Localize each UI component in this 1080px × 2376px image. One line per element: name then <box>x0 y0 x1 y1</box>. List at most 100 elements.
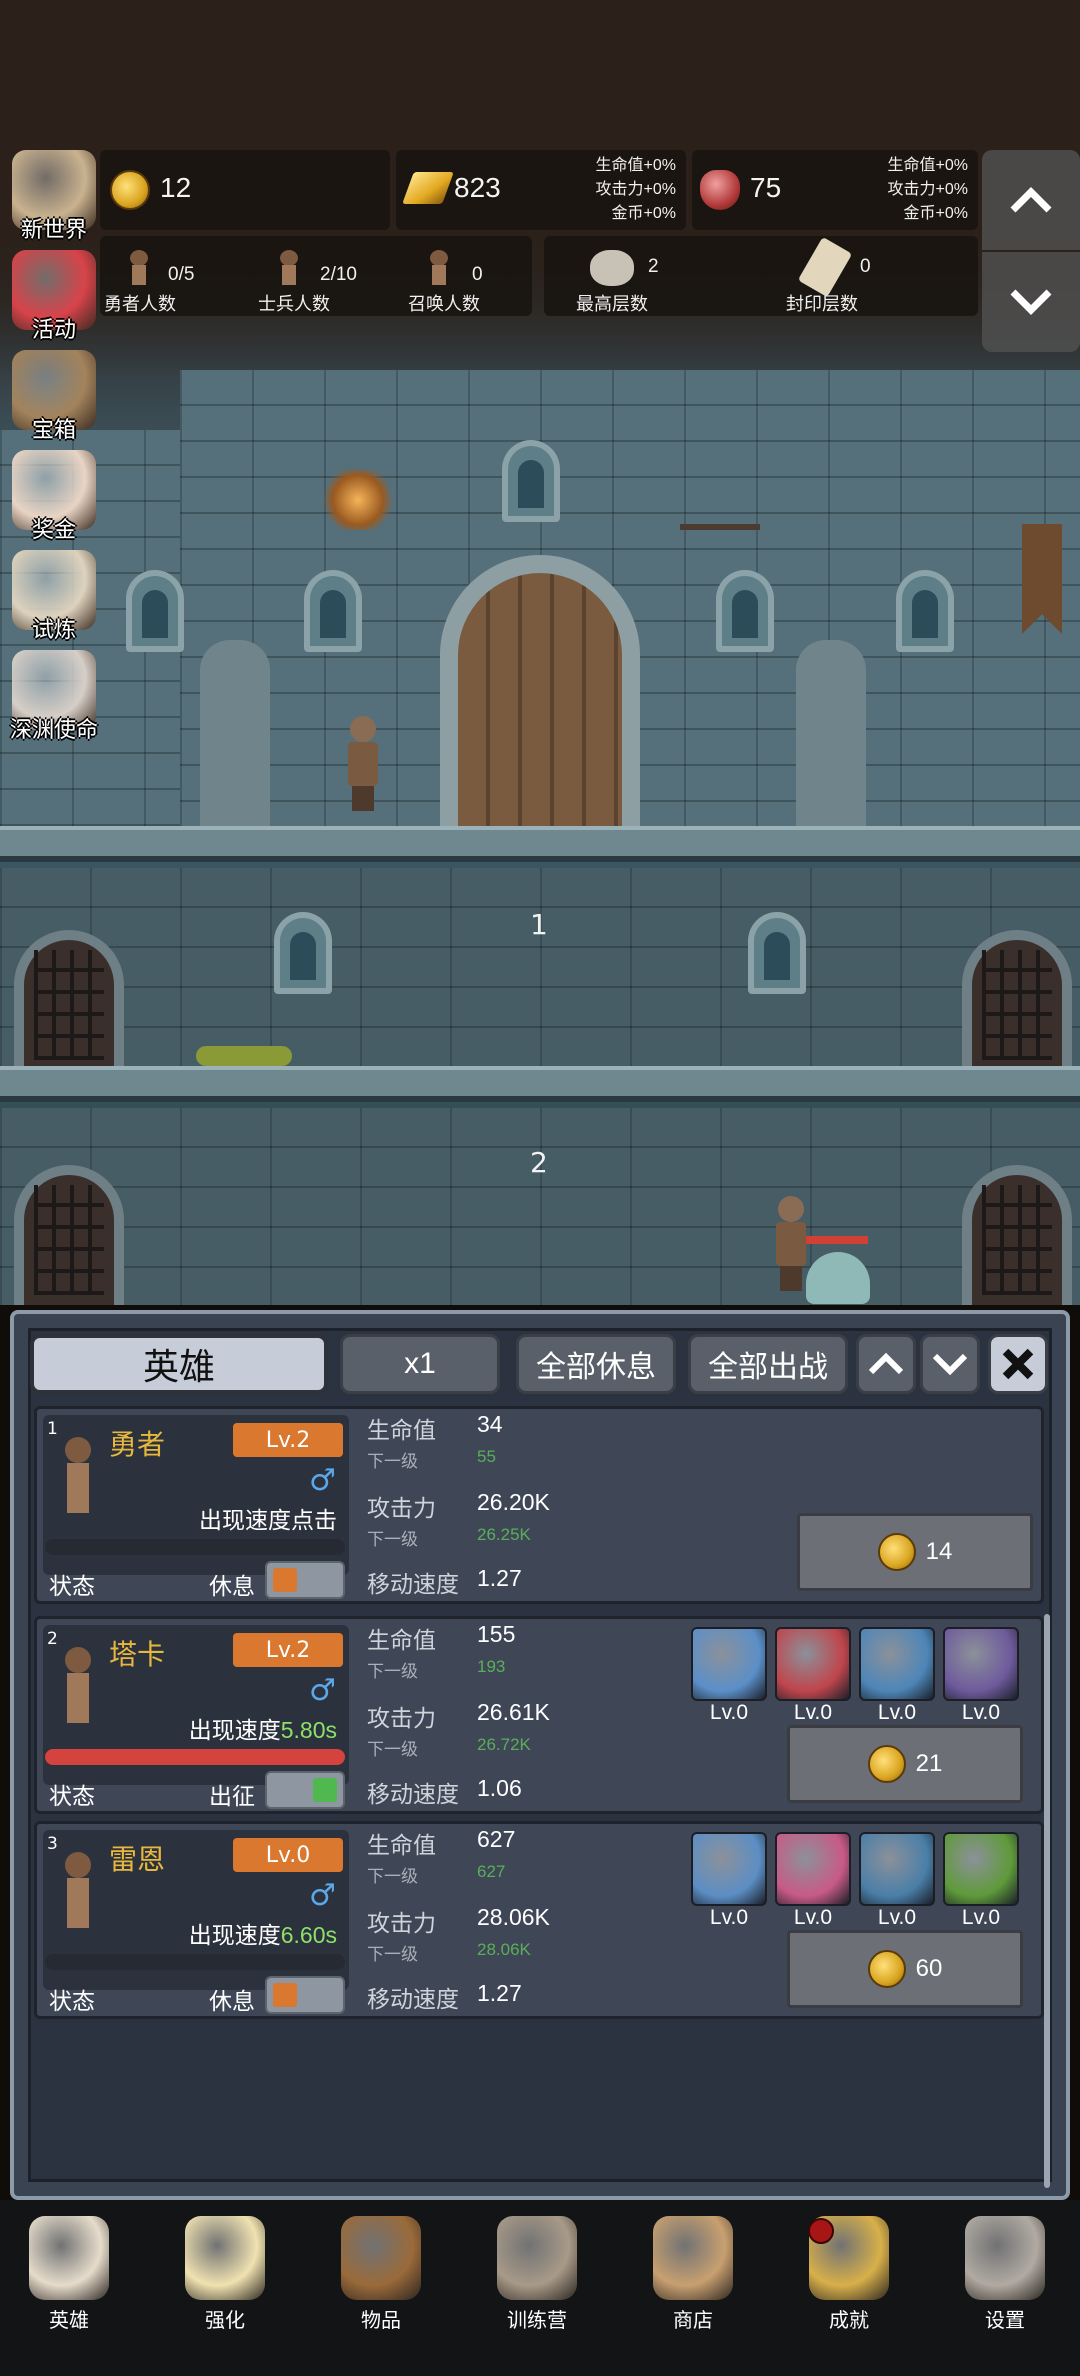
appear-speed: 出现速度点击 <box>199 1501 337 1535</box>
equipment-slot[interactable]: Lv.0 <box>691 1627 767 1724</box>
hp-next-label: 下一级 <box>367 1662 418 1681</box>
max-floor-label: 最高层数 <box>576 294 648 314</box>
hp-label: 生命值 <box>367 1832 436 1858</box>
slime-puddle <box>196 1046 292 1066</box>
chevron-up-icon <box>1010 187 1052 213</box>
gold-coin-icon <box>110 170 150 210</box>
atk-next-value: 26.25K <box>477 1525 531 1544</box>
nav-beer-mug[interactable]: 商店 <box>628 2208 758 2338</box>
axe-icon <box>775 1627 851 1701</box>
gem-icon <box>700 170 740 210</box>
hero-card[interactable]: 1 勇者 Lv.2 ♂ 出现速度点击 状态 休息 生命值 34 下一级 55 攻击力 26.20K 下一级… <box>34 1406 1044 1604</box>
rest-all-button[interactable]: 全部休息 <box>516 1334 676 1394</box>
status-label: 状态 <box>49 1783 95 1809</box>
side-menu-label: 新世界 <box>20 217 87 242</box>
atk-value: 26.61K <box>477 1699 550 1725</box>
castle-window <box>274 912 332 994</box>
status-label: 状态 <box>49 1988 95 2014</box>
equipment-slot[interactable]: Lv.0 <box>943 1832 1019 1929</box>
hero-name: 塔卡 <box>109 1639 166 1670</box>
side-menu-item[interactable]: 试炼 <box>4 550 100 646</box>
hp-next-label: 下一级 <box>367 1452 418 1471</box>
hero-list-scrollbar[interactable] <box>1044 1614 1050 2188</box>
equipment-level: Lv.0 <box>793 1701 833 1724</box>
upgrade-cost: 14 <box>925 1538 953 1565</box>
scroll-down-button[interactable] <box>982 252 1080 352</box>
status-toggle[interactable] <box>265 1561 345 1599</box>
nav-gear[interactable]: 设置 <box>940 2208 1070 2338</box>
notification-dot <box>808 2218 834 2244</box>
summon-count-icon <box>426 250 452 286</box>
dungeon-gate <box>14 1165 124 1305</box>
side-menu-label: 活动 <box>31 317 76 342</box>
nav-candle[interactable]: 强化 <box>160 2208 290 2338</box>
tab-hero[interactable]: 英雄 <box>30 1334 328 1394</box>
hero-hp-bar <box>45 1749 345 1765</box>
knight-statue <box>200 640 270 830</box>
dagger-icon <box>775 1832 851 1906</box>
move-speed-value: 1.27 <box>477 1980 522 2006</box>
chevron-up-icon <box>868 1352 904 1375</box>
hero-count-value: 0/5 <box>168 264 195 285</box>
hero-name: 雷恩 <box>109 1844 166 1875</box>
close-panel-button[interactable] <box>988 1334 1048 1394</box>
equipment-slot[interactable]: Lv.0 <box>775 1832 851 1929</box>
speed-multiplier-button[interactable]: x1 <box>340 1334 500 1394</box>
appear-speed-value: 5.80s <box>280 1717 337 1743</box>
side-menu-item[interactable]: 奖金 <box>4 450 100 546</box>
upgrade-button[interactable]: 21 <box>787 1725 1023 1803</box>
summon-count-label: 召唤人数 <box>408 294 480 314</box>
bonus-atk: 攻击力+0% <box>595 181 676 198</box>
equipment-slot[interactable]: Lv.0 <box>691 1832 767 1929</box>
nav-lantern[interactable]: 训练营 <box>472 2208 602 2338</box>
male-gender-icon: ♂ <box>309 1673 336 1708</box>
male-gender-icon: ♂ <box>309 1463 336 1498</box>
atk-value: 26.20K <box>477 1489 550 1515</box>
hero-level-badge: Lv.0 <box>233 1838 343 1872</box>
hero-hp-bar <box>45 1954 345 1970</box>
hp-next-label: 下一级 <box>367 1867 418 1886</box>
sort-down-button[interactable] <box>920 1334 980 1394</box>
hp-value: 34 <box>477 1411 503 1437</box>
side-menu-item[interactable]: 活动 <box>4 250 100 346</box>
status-toggle[interactable] <box>265 1976 345 2014</box>
side-menu-item[interactable]: 宝箱 <box>4 350 100 446</box>
equipment-slot[interactable]: Lv.0 <box>775 1627 851 1724</box>
upgrade-button[interactable]: 14 <box>797 1513 1033 1591</box>
appear-speed-label[interactable]: 出现速度点击 <box>199 1507 337 1533</box>
side-menu-item[interactable]: 新世界 <box>4 150 100 246</box>
gem-value: 75 <box>750 172 782 203</box>
boots-icon <box>859 1832 935 1906</box>
hero-card[interactable]: 3 雷恩 Lv.0 ♂ 出现速度6.60s 状态 休息 生命值 627 下一级 627 攻击力 28.0… <box>34 1821 1044 2019</box>
nav-key[interactable]: 成就 <box>784 2208 914 2338</box>
hero-index: 3 <box>47 1834 58 1854</box>
helmet-icon <box>691 1627 767 1701</box>
panel-toolbar: 英雄 x1 全部休息 全部出战 <box>28 1334 1068 1396</box>
scroll-up-button[interactable] <box>982 150 1080 250</box>
hero-card[interactable]: 2 塔卡 Lv.2 ♂ 出现速度5.80s 状态 出征 生命值 155 下一级 193 攻击力 26.6… <box>34 1616 1044 1814</box>
equipment-slot[interactable]: Lv.0 <box>943 1627 1019 1724</box>
dungeon-gate <box>962 1165 1072 1305</box>
dungeon-gate <box>14 930 124 1080</box>
chandelier-lit <box>318 470 398 530</box>
equipment-slot[interactable]: Lv.0 <box>859 1627 935 1724</box>
close-icon <box>1002 1348 1034 1380</box>
gold-coin-value: 12 <box>160 172 192 203</box>
upgrade-button[interactable]: 60 <box>787 1930 1023 2008</box>
status-toggle[interactable] <box>265 1771 345 1809</box>
deploy-all-button[interactable]: 全部出战 <box>688 1334 848 1394</box>
move-speed-label: 移动速度 <box>367 1986 459 2012</box>
hp-next-value: 193 <box>477 1657 506 1676</box>
sealed-floor-value: 0 <box>860 256 871 277</box>
equipment-slot[interactable]: Lv.0 <box>859 1832 935 1929</box>
nav-label: 训练营 <box>507 2310 567 2332</box>
castle-window <box>748 912 806 994</box>
nav-book[interactable]: 物品 <box>316 2208 446 2338</box>
nav-skull[interactable]: 英雄 <box>4 2208 134 2338</box>
move-speed-value: 1.06 <box>477 1775 522 1801</box>
castle-window <box>126 570 184 652</box>
equipment-level: Lv.0 <box>709 1701 749 1724</box>
sort-up-button[interactable] <box>856 1334 916 1394</box>
soldier-count-value: 2/10 <box>320 264 357 285</box>
side-menu-item[interactable]: 深渊使命 <box>4 650 100 746</box>
